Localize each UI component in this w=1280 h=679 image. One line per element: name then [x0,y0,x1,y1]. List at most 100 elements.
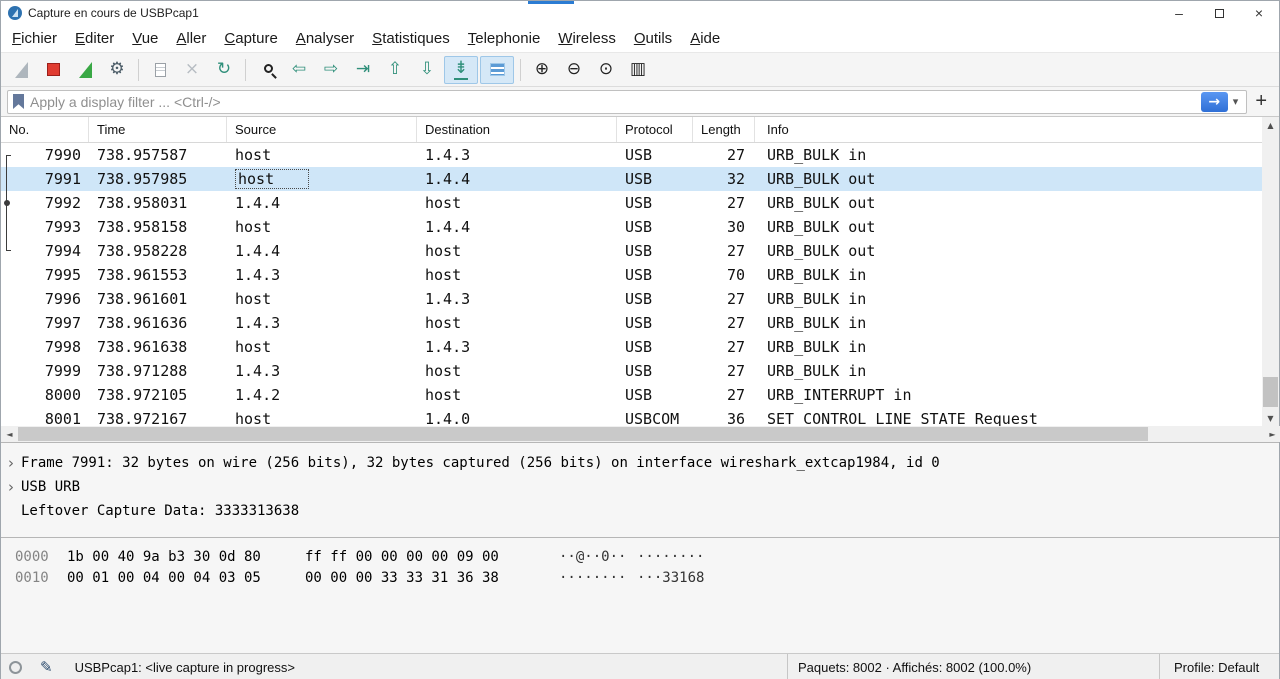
menubar: Fichier Editer Vue Aller Capture Analyse… [1,25,1279,53]
go-last-button[interactable]: ⇩ [412,56,442,84]
resize-columns-icon: ▥ [630,61,646,78]
zoom-in-button[interactable]: ⊕ [527,56,557,84]
menu-telephonie[interactable]: Telephonie [459,26,550,51]
save-file-button[interactable] [145,56,175,84]
packet-list-body: 7990738.957587host1.4.3USB27URB_BULK in … [1,143,1264,426]
menu-aller[interactable]: Aller [167,26,215,51]
find-packet-icon [264,64,273,73]
horizontal-scrollbar[interactable]: ◄ ► [1,426,1280,442]
packet-details-pane: › Frame 7991: 32 bytes on wire (256 bits… [1,442,1279,537]
titlebar-accent-line [528,1,574,4]
find-packet-button[interactable] [252,56,282,84]
table-row[interactable]: 7997738.9616361.4.3hostUSB27URB_BULK in [1,311,1264,335]
menu-outils[interactable]: Outils [625,26,681,51]
reload-button[interactable]: ↻ [209,56,239,84]
column-header-info[interactable]: Info [755,117,1264,142]
restart-capture-button[interactable] [70,56,100,84]
table-row[interactable]: 7994738.9582281.4.4hostUSB27URB_BULK out [1,239,1264,263]
menu-analyser[interactable]: Analyser [287,26,363,51]
go-forward-button[interactable]: ⇨ [316,56,346,84]
go-first-icon: ⇧ [388,61,402,78]
related-packet-dot-icon [4,200,10,206]
toolbar-separator [138,59,139,81]
resize-columns-button[interactable]: ▥ [623,56,653,84]
hex-ascii: ········ [559,568,629,589]
auto-scroll-toggle[interactable]: ⇟ [444,56,478,84]
hex-dump-pane: 0000 1b 00 40 9a b3 30 0d 80 ff ff 00 00… [1,537,1279,653]
filter-bookmark-icon[interactable] [13,94,24,109]
minimize-button[interactable]: – [1159,1,1199,25]
menu-capture[interactable]: Capture [215,26,286,51]
hex-ascii: ··@··0·· [559,547,629,568]
column-header-protocol[interactable]: Protocol [617,117,693,142]
zoom-reset-button[interactable]: ⊙ [591,56,621,84]
maximize-icon [1215,9,1224,18]
status-profile[interactable]: Profile: Default [1159,654,1279,679]
column-header-no[interactable]: No. [1,117,89,142]
table-row[interactable]: 7990738.957587host1.4.3USB27URB_BULK in [1,143,1264,167]
vertical-scroll-thumb[interactable] [1263,377,1278,407]
go-to-packet-button[interactable]: ⇥ [348,56,378,84]
table-row-selected[interactable]: 7991738.957985host1.4.4USB32URB_BULK out [1,167,1264,191]
menu-vue[interactable]: Vue [123,26,167,51]
menu-statistiques[interactable]: Statistiques [363,26,459,51]
add-filter-button-button[interactable]: + [1247,91,1273,113]
column-header-source[interactable]: Source [227,117,417,142]
capture-options-button[interactable]: ⚙ [102,56,132,84]
start-capture-icon [15,62,28,78]
scroll-up-icon[interactable]: ▲ [1262,117,1279,133]
menu-aide[interactable]: Aide [681,26,729,51]
maximize-button[interactable] [1199,1,1239,25]
colorize-toggle[interactable] [480,56,514,84]
table-row[interactable]: 8001738.972167host1.4.0USBCOM36SET_CONTR… [1,407,1264,426]
detail-line-usb-urb[interactable]: › USB URB [1,475,1279,499]
display-filter-input[interactable] [30,94,1197,110]
table-row[interactable]: 7996738.961601host1.4.3USB27URB_BULK in [1,287,1264,311]
expand-chevron-icon [1,499,21,523]
scroll-right-icon[interactable]: ► [1264,426,1280,442]
packet-list-pane: No. Time Source Destination Protocol Len… [1,117,1279,442]
stop-capture-button[interactable] [38,56,68,84]
close-button[interactable]: × [1239,1,1279,25]
focused-cell: host [235,169,309,189]
status-bar: ✎ USBPcap1: <live capture in progress> P… [1,653,1279,679]
titlebar: Capture en cours de USBPcap1 – × [1,1,1279,25]
table-row[interactable]: 7992738.9580311.4.4hostUSB27URB_BULK out [1,191,1264,215]
table-row[interactable]: 8000738.9721051.4.2hostUSB27URB_INTERRUP… [1,383,1264,407]
go-back-icon: ⇦ [292,61,306,78]
column-header-destination[interactable]: Destination [417,117,617,142]
go-back-button[interactable]: ⇦ [284,56,314,84]
column-header-time[interactable]: Time [89,117,227,142]
expand-chevron-icon[interactable]: › [1,475,21,499]
detail-line-frame[interactable]: › Frame 7991: 32 bytes on wire (256 bits… [1,451,1279,475]
start-capture-button[interactable] [6,56,36,84]
hex-bytes: 00 01 00 04 00 04 03 05 [67,568,291,589]
menu-fichier[interactable]: Fichier [3,26,66,51]
table-row[interactable]: 7998738.961638host1.4.3USB27URB_BULK in [1,335,1264,359]
expert-info-icon[interactable] [9,661,22,674]
table-row[interactable]: 7995738.9615531.4.3hostUSB70URB_BULK in [1,263,1264,287]
reload-icon: ↻ [217,61,231,78]
zoom-out-button[interactable]: ⊖ [559,56,589,84]
scroll-left-icon[interactable]: ◄ [1,426,18,442]
stop-capture-icon [47,63,60,76]
go-last-icon: ⇩ [420,61,434,78]
filter-dropdown-icon[interactable]: ▾ [1228,95,1244,108]
menu-wireless[interactable]: Wireless [549,26,625,51]
close-file-button[interactable]: × [177,56,207,84]
go-first-button[interactable]: ⇧ [380,56,410,84]
detail-line-leftover-data[interactable]: Leftover Capture Data: 3333313638 [1,499,1279,523]
apply-filter-button[interactable]: → [1201,92,1228,112]
table-row[interactable]: 7993738.958158host1.4.4USB30URB_BULK out [1,215,1264,239]
column-header-length[interactable]: Length [693,117,755,142]
capture-comment-pencil-icon[interactable]: ✎ [40,658,53,676]
horizontal-scroll-thumb[interactable] [18,427,1148,441]
table-row[interactable]: 7999738.9712881.4.3hostUSB27URB_BULK in [1,359,1264,383]
hex-row[interactable]: 0000 1b 00 40 9a b3 30 0d 80 ff ff 00 00… [15,547,1279,568]
vertical-scrollbar[interactable]: ▲ ▼ [1262,117,1279,426]
hex-offset: 0000 [15,547,55,568]
menu-editer[interactable]: Editer [66,26,123,51]
expand-chevron-icon[interactable]: › [1,451,21,475]
scroll-down-icon[interactable]: ▼ [1262,410,1279,426]
hex-row[interactable]: 0010 00 01 00 04 00 04 03 05 00 00 00 33… [15,568,1279,589]
